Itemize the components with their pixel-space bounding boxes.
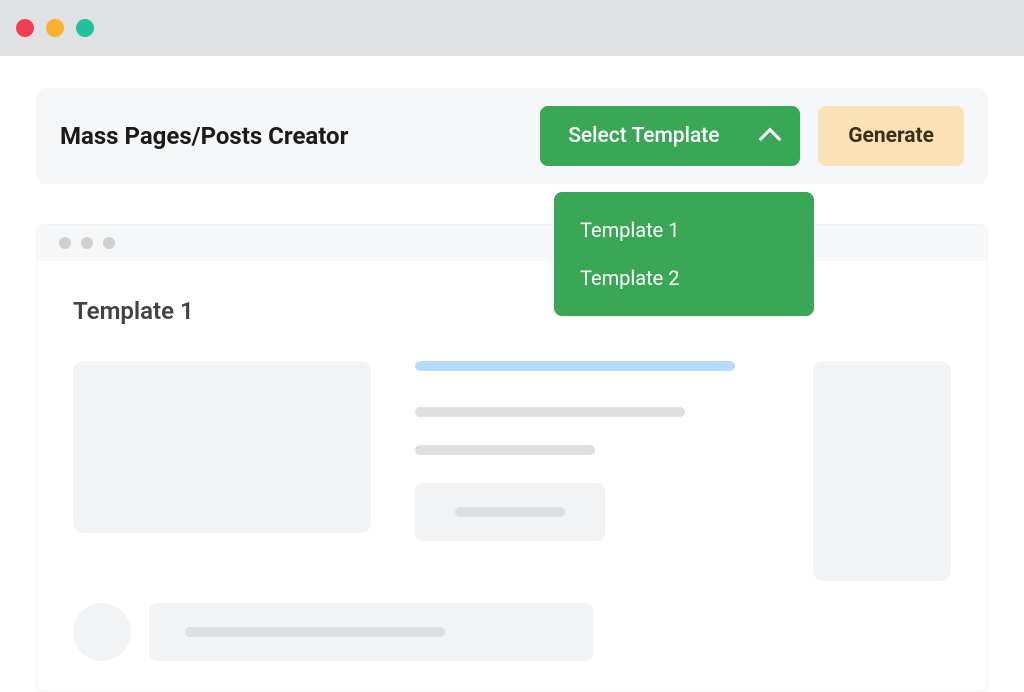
preview-titlebar [37, 225, 987, 261]
generate-label: Generate [848, 124, 934, 148]
preview-title: Template 1 [73, 297, 951, 325]
placeholder-text-bar [415, 445, 595, 455]
placeholder-text-bar [415, 407, 685, 417]
chevron-up-icon [759, 128, 782, 151]
preview-dot-icon [81, 237, 93, 249]
template-dropdown: Template 1 Template 2 [554, 192, 814, 316]
placeholder-image-block [73, 361, 371, 533]
select-template-button[interactable]: Select Template [540, 106, 800, 166]
template-preview-card: Template 1 [36, 224, 988, 692]
header-bar: Mass Pages/Posts Creator Select Template… [36, 88, 988, 184]
preview-dot-icon [59, 237, 71, 249]
placeholder-sidebar-block [813, 361, 951, 581]
window-maximize-dot[interactable] [76, 19, 94, 37]
placeholder-heading-bar [415, 361, 735, 371]
placeholder-wide-button-label [185, 627, 445, 637]
page-title: Mass Pages/Posts Creator [60, 122, 522, 150]
placeholder-avatar [73, 603, 131, 661]
placeholder-text-column [415, 361, 769, 581]
dropdown-item-template-2[interactable]: Template 2 [554, 254, 814, 302]
placeholder-button-label [455, 507, 565, 517]
window-titlebar [0, 0, 1024, 56]
dropdown-item-template-1[interactable]: Template 1 [554, 206, 814, 254]
generate-button[interactable]: Generate [818, 106, 964, 166]
window-close-dot[interactable] [16, 19, 34, 37]
placeholder-wide-button [149, 603, 593, 661]
preview-dot-icon [103, 237, 115, 249]
placeholder-button [415, 483, 605, 541]
select-template-label: Select Template [568, 124, 719, 148]
window-minimize-dot[interactable] [46, 19, 64, 37]
